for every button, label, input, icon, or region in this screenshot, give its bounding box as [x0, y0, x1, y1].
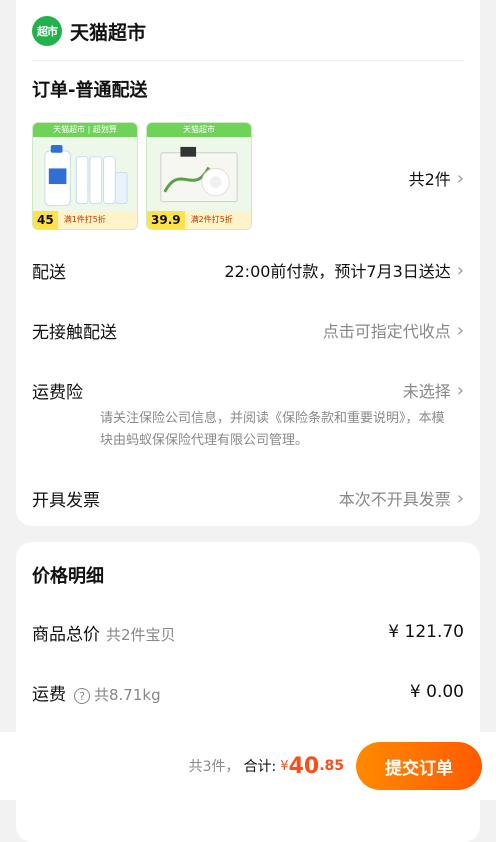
order-type-label: 订单-普通配送: [32, 76, 147, 102]
order-card: 超市 天猫超市 订单-普通配送 天猫超市 | 超划算 45 满1件打5折 天猫超…: [16, 0, 480, 526]
invoice-row[interactable]: 开具发票 本次不开具发票 ›: [32, 484, 464, 512]
total-integer: 40: [289, 754, 320, 779]
chevron-right-icon: ›: [457, 168, 464, 189]
total-decimal: .85: [319, 758, 344, 774]
contactless-delivery-row[interactable]: 无接触配送 点击可指定代收点 ›: [32, 316, 464, 344]
chevron-right-icon: ›: [457, 320, 464, 341]
product-banner: 天猫超市: [147, 123, 251, 137]
product-price: 39.9: [147, 211, 185, 229]
shipping-fee-row: 运费?共8.71kg ¥ 0.00: [32, 678, 464, 706]
store-header[interactable]: 超市 天猫超市: [32, 14, 146, 48]
product-count[interactable]: 共2件 ›: [409, 166, 464, 190]
product-thumbnail[interactable]: 天猫超市 39.9 满2件打5折: [146, 122, 252, 230]
detergent-bottles-image: [41, 143, 129, 208]
product-promo: 满1件打5折: [64, 211, 106, 229]
insurance-value: 未选择 ›: [403, 378, 464, 402]
goods-total-row: 商品总价共2件宝贝 ¥ 121.70: [32, 618, 464, 646]
shipping-weight: 共8.71kg: [94, 686, 161, 704]
product-promo: 满2件打5折: [191, 211, 233, 229]
submit-order-button[interactable]: 提交订单: [356, 742, 482, 790]
item-count: 共3件，: [189, 756, 240, 776]
product-banner: 天猫超市 | 超划算: [33, 123, 137, 137]
currency-symbol: ¥: [280, 759, 288, 774]
delivery-row[interactable]: 配送 22:00前付款，预计7月3日送达 ›: [32, 256, 464, 284]
contactless-value: 点击可指定代收点 ›: [323, 318, 464, 342]
product-price-tag: 39.9 满2件打5折: [147, 211, 251, 229]
insurance-label: 运费险: [32, 378, 83, 403]
contactless-label: 无接触配送: [32, 318, 117, 343]
product-price-tag: 45 满1件打5折: [33, 211, 137, 229]
invoice-text: 本次不开具发票: [339, 486, 451, 510]
question-circle-icon[interactable]: ?: [74, 688, 90, 704]
contactless-text: 点击可指定代收点: [323, 318, 451, 342]
delivery-text: 22:00前付款，预计7月3日送达: [224, 258, 450, 282]
goods-total-label: 商品总价: [32, 625, 100, 645]
tissue-box-image: [155, 143, 243, 208]
product-count-text: 共2件: [409, 166, 451, 190]
invoice-value: 本次不开具发票 ›: [339, 486, 464, 510]
delivery-value: 22:00前付款，预计7月3日送达 ›: [224, 258, 464, 282]
store-name: 天猫超市: [70, 18, 146, 45]
product-price: 45: [33, 211, 58, 229]
price-detail-title: 价格明细: [32, 562, 104, 588]
insurance-note: 请关注保险公司信息，并阅读《保险条款和重要说明》，本模块由蚂蚁保保险代理有限公司…: [100, 408, 452, 452]
goods-total-label-group: 商品总价共2件宝贝: [32, 620, 176, 645]
total-label: 合计:: [244, 756, 277, 776]
shipping-label: 运费: [32, 685, 66, 705]
invoice-label: 开具发票: [32, 486, 100, 511]
checkout-bar: 共3件， 合计: ¥ 40 .85 提交订单: [0, 732, 496, 800]
chevron-right-icon: ›: [457, 380, 464, 401]
shipping-value: ¥ 0.00: [410, 682, 464, 702]
shipping-insurance-row[interactable]: 运费险 未选择 ›: [32, 376, 464, 404]
chevron-right-icon: ›: [457, 488, 464, 509]
shipping-label-group: 运费?共8.71kg: [32, 680, 161, 705]
divider: [32, 60, 464, 61]
goods-total-value: ¥ 121.70: [388, 622, 464, 642]
goods-total-sub: 共2件宝贝: [106, 626, 176, 644]
product-thumbnail[interactable]: 天猫超市 | 超划算 45 满1件打5折: [32, 122, 138, 230]
chevron-right-icon: ›: [457, 260, 464, 281]
store-logo: 超市: [32, 16, 62, 46]
delivery-label: 配送: [32, 258, 66, 283]
insurance-text: 未选择: [403, 378, 451, 402]
